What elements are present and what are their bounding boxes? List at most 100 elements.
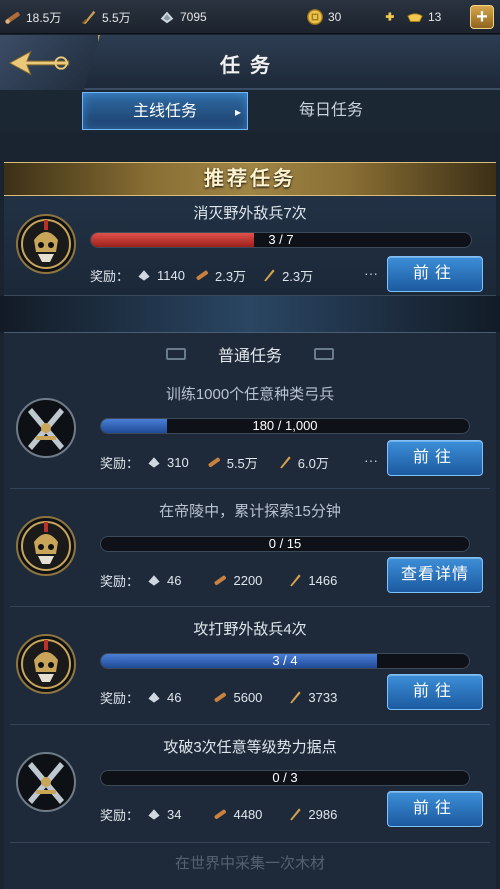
sword-icon bbox=[290, 691, 302, 704]
skull-helmet-emblem-icon bbox=[16, 516, 76, 576]
resource-weapon: 5.5万 bbox=[80, 7, 131, 27]
resource-bar: 18.5万 5.5万 7095 30 13 + bbox=[0, 0, 500, 34]
silver-icon bbox=[148, 457, 160, 468]
ingot-plus-icon[interactable] bbox=[384, 8, 402, 26]
sword-icon bbox=[279, 456, 291, 469]
weapon-amount: 5.5万 bbox=[102, 10, 131, 25]
task-1-go-button[interactable]: 前往 bbox=[387, 440, 483, 476]
resource-ingot: 13 bbox=[384, 7, 441, 27]
reward-weapon: 1466 bbox=[286, 572, 337, 588]
page-title: 任务 bbox=[220, 55, 280, 77]
task-4-progress-bar: 0 / 3 bbox=[100, 770, 470, 786]
reward-weapon-value: 2.3万 bbox=[282, 268, 314, 284]
tab-daily-quest-label: 每日任务 bbox=[298, 102, 363, 119]
silver-icon bbox=[148, 809, 160, 820]
task-4-go-button[interactable]: 前往 bbox=[387, 791, 483, 827]
progress-text: 0 / 15 bbox=[268, 536, 302, 551]
reward-silver: 310 bbox=[145, 454, 189, 470]
normal-section-title: 普通任务 bbox=[217, 348, 282, 365]
task-2-detail-button[interactable]: 查看详情 bbox=[387, 557, 483, 593]
right-ornament-icon bbox=[314, 348, 334, 360]
more-rewards-indicator[interactable]: ··· bbox=[364, 452, 378, 468]
task-3-progress-bar: 3 / 4 bbox=[100, 653, 470, 669]
reward-label: 奖励： bbox=[100, 455, 140, 471]
reward-wood-value: 4480 bbox=[233, 806, 263, 822]
wood-icon bbox=[196, 270, 208, 281]
skull-helmet-emblem-icon bbox=[16, 214, 76, 274]
reward-label: 奖励： bbox=[90, 268, 130, 284]
reward-weapon-value: 2986 bbox=[308, 806, 338, 822]
reward-silver-value: 46 bbox=[167, 689, 182, 705]
reward-silver: 46 bbox=[145, 572, 181, 588]
divider bbox=[10, 488, 490, 489]
progress-text: 0 / 3 bbox=[272, 770, 298, 785]
reward-silver-value: 310 bbox=[167, 454, 189, 470]
gold-coin-amount: 30 bbox=[328, 10, 342, 24]
reward-silver: 46 bbox=[145, 689, 181, 705]
reward-weapon: 3733 bbox=[286, 689, 337, 705]
reward-weapon-value: 6.0万 bbox=[297, 455, 329, 471]
reward-wood-value: 2200 bbox=[233, 572, 263, 588]
reward-wood-value: 5.5万 bbox=[226, 455, 258, 471]
reward-wood: 5600 bbox=[211, 689, 262, 705]
reward-label: 奖励： bbox=[100, 807, 140, 823]
task-3-go-button[interactable]: 前往 bbox=[387, 674, 483, 710]
wood-amount: 18.5万 bbox=[26, 10, 62, 25]
chevron-right-icon: ▸ bbox=[234, 105, 241, 119]
recommend-go-button[interactable]: 前往 bbox=[387, 256, 483, 292]
crossed-swords-emblem-icon bbox=[16, 752, 76, 812]
tab-main-quest-label: 主线任务 bbox=[132, 103, 197, 120]
wood-icon bbox=[208, 457, 220, 468]
tab-daily-quest[interactable]: 每日任务 bbox=[248, 92, 414, 130]
reward-label: 奖励： bbox=[100, 573, 140, 589]
resource-gold-coin: 30 bbox=[306, 7, 341, 27]
sword-icon bbox=[81, 10, 96, 25]
task-1-progress-bar: 180 / 1,000 bbox=[100, 418, 470, 434]
sword-icon bbox=[290, 808, 302, 821]
divider bbox=[10, 724, 490, 725]
recommend-reward-row: 奖励： 1140 2.3万 2.3万 bbox=[90, 265, 313, 285]
reward-weapon: 6.0万 bbox=[276, 453, 329, 472]
ingot-amount: 13 bbox=[428, 10, 442, 24]
sword-icon bbox=[290, 574, 302, 587]
page-header: 任务 bbox=[0, 35, 500, 90]
reward-weapon: 2.3万 bbox=[260, 266, 313, 285]
reward-silver-value: 34 bbox=[167, 806, 182, 822]
resource-wood: 18.5万 bbox=[4, 7, 61, 27]
silver-icon bbox=[160, 11, 174, 24]
task-5-title-partial: 在世界中采集一次木材 bbox=[174, 855, 325, 872]
silver-icon bbox=[148, 575, 160, 586]
task-2-reward-row: 奖励： 46 2200 1466 bbox=[100, 570, 337, 590]
wood-icon bbox=[214, 575, 227, 586]
wood-icon bbox=[5, 12, 20, 24]
reward-wood: 4480 bbox=[211, 806, 262, 822]
wood-icon bbox=[214, 809, 227, 820]
reward-silver: 1140 bbox=[135, 267, 185, 283]
task-1-reward-row: 奖励： 310 5.5万 6.0万 bbox=[100, 452, 329, 472]
divider bbox=[10, 842, 490, 843]
silver-amount: 7095 bbox=[180, 10, 207, 24]
sword-icon bbox=[264, 269, 275, 282]
progress-text: 3 / 7 bbox=[268, 232, 294, 247]
reward-weapon: 2986 bbox=[286, 806, 337, 822]
recommend-banner: 推荐任务 bbox=[4, 162, 496, 196]
resource-silver: 7095 bbox=[158, 7, 207, 27]
recharge-button[interactable]: + bbox=[470, 5, 494, 29]
reward-wood: 2200 bbox=[211, 572, 262, 588]
task-4-reward-row: 奖励： 34 4480 2986 bbox=[100, 804, 337, 824]
reward-wood: 2.3万 bbox=[193, 266, 246, 285]
reward-silver-value: 1140 bbox=[157, 267, 185, 283]
decorative-band bbox=[0, 296, 500, 332]
more-rewards-indicator[interactable]: ··· bbox=[364, 265, 378, 281]
reward-silver-value: 46 bbox=[167, 572, 182, 588]
tab-main-quest[interactable]: 主线任务 ▸ bbox=[82, 92, 248, 130]
wood-icon bbox=[214, 692, 227, 703]
reward-label: 奖励： bbox=[100, 690, 140, 706]
divider bbox=[10, 606, 490, 607]
task-2-progress-bar: 0 / 15 bbox=[100, 536, 470, 552]
ingot-icon bbox=[407, 13, 423, 22]
crossed-swords-emblem-icon bbox=[16, 398, 76, 458]
gold-coin-icon bbox=[307, 9, 323, 25]
progress-text: 180 / 1,000 bbox=[252, 418, 318, 433]
tab-bar: 主线任务 ▸ 每日任务 bbox=[0, 90, 500, 132]
